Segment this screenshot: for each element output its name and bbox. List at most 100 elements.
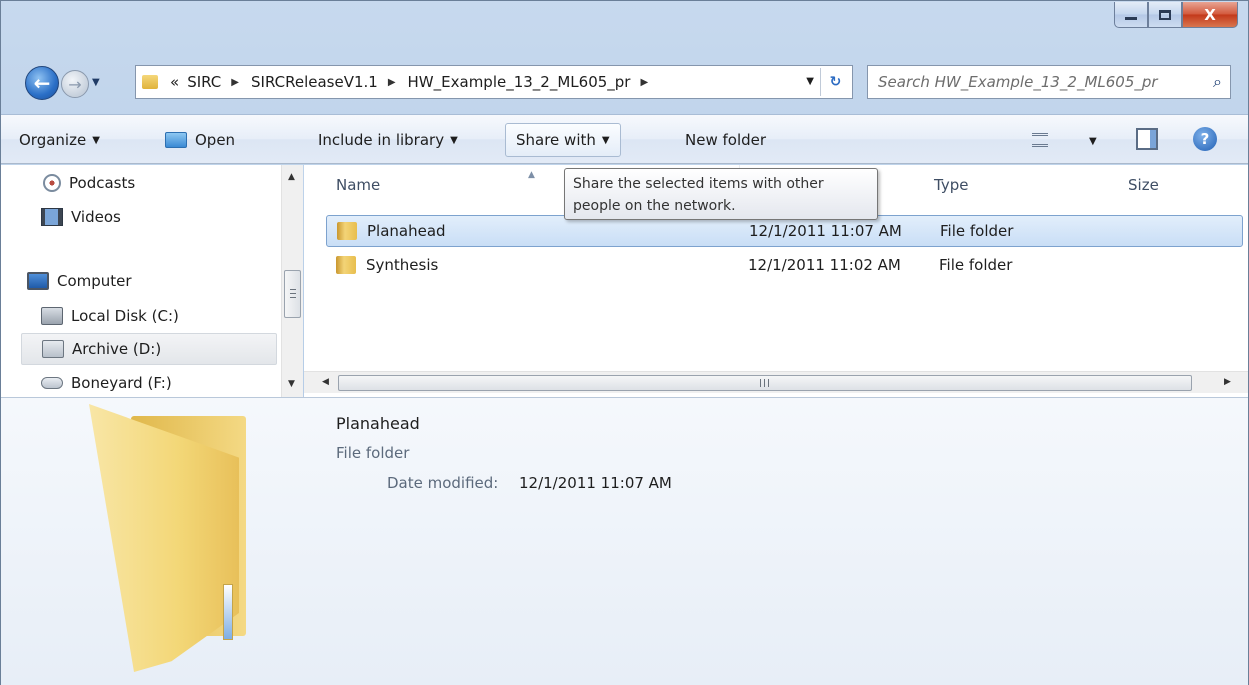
drive-icon — [42, 340, 64, 358]
open-button[interactable]: Open — [165, 123, 235, 157]
details-pane: Planahead File folder Date modified: 12/… — [1, 397, 1248, 685]
nav-item-videos[interactable]: Videos — [21, 201, 277, 233]
share-with-tooltip: Share the selected items with other peop… — [564, 168, 878, 220]
nav-item-label: Podcasts — [69, 174, 136, 192]
details-date-value: 12/1/2011 11:07 AM — [519, 474, 672, 492]
open-label: Open — [195, 131, 236, 149]
search-box[interactable]: Search HW_Example_13_2_ML605_pr ⌕ — [867, 65, 1231, 99]
chevron-down-icon: ▼ — [450, 134, 458, 146]
breadcrumb-separator-icon[interactable]: ▶ — [640, 77, 648, 88]
navigation-row: ← → ▼ « SIRC ▶ SIRCReleaseV1.1 ▶ HW_Exam… — [1, 61, 1248, 105]
breadcrumb-sirc[interactable]: SIRC — [187, 73, 221, 91]
maximize-icon — [1159, 9, 1171, 20]
breadcrumb-sircreleasev1-1[interactable]: SIRCReleaseV1.1 — [251, 73, 378, 91]
file-type: File folder — [939, 256, 1013, 274]
scrollbar-thumb[interactable] — [338, 375, 1192, 391]
drive-icon — [41, 377, 63, 389]
breadcrumb-separator-icon[interactable]: ▶ — [231, 77, 239, 88]
details-type: File folder — [336, 444, 410, 462]
help-icon[interactable]: ? — [1193, 127, 1217, 151]
recent-pages-dropdown[interactable]: ▼ — [92, 77, 100, 88]
open-folder-icon — [165, 132, 187, 148]
nav-item-label: Videos — [71, 208, 121, 226]
forward-button[interactable]: → — [61, 70, 89, 98]
include-in-library-label: Include in library — [318, 131, 445, 149]
folder-icon — [71, 404, 256, 672]
refresh-button[interactable]: ↻ — [820, 68, 850, 96]
nav-item-label: Boneyard (F:) — [71, 374, 172, 392]
search-icon[interactable]: ⌕ — [1213, 72, 1222, 92]
grip-icon — [290, 289, 296, 298]
nav-item-label: Archive (D:) — [72, 340, 162, 358]
address-bar[interactable]: « SIRC ▶ SIRCReleaseV1.1 ▶ HW_Example_13… — [135, 65, 853, 99]
forward-arrow-icon: → — [68, 74, 82, 94]
details-name: Planahead — [336, 414, 420, 433]
nav-item-label: Computer — [57, 272, 132, 290]
nav-item-archive[interactable]: Archive (D:) — [21, 333, 277, 365]
column-header-label: Name — [336, 176, 381, 194]
caption-buttons: X — [1114, 2, 1238, 28]
close-icon: X — [1204, 5, 1216, 24]
file-type: File folder — [940, 222, 1014, 240]
column-header-size[interactable]: Size — [1120, 165, 1246, 205]
scrollbar-thumb[interactable] — [284, 270, 301, 318]
include-in-library-button[interactable]: Include in library ▼ — [318, 123, 458, 157]
chevron-down-icon: ▼ — [601, 134, 610, 146]
folder-icon — [142, 75, 158, 89]
hard-disk-icon — [41, 307, 63, 325]
scroll-right-icon[interactable]: ▶ — [1224, 377, 1231, 387]
sort-ascending-icon: ▲ — [528, 170, 535, 180]
address-dropdown-icon[interactable]: ▼ — [806, 76, 814, 87]
scroll-left-icon[interactable]: ◀ — [322, 377, 329, 387]
column-header-type[interactable]: Type — [926, 165, 1120, 205]
back-arrow-icon: ← — [33, 71, 51, 95]
file-date: 12/1/2011 11:02 AM — [748, 256, 901, 274]
share-with-label: Share with — [516, 131, 596, 149]
command-bar: Organize ▼ Open Include in library ▼ Share… — [1, 114, 1248, 164]
file-date: 12/1/2011 11:07 AM — [749, 222, 902, 240]
new-folder-label: New folder — [685, 131, 767, 149]
file-list-scrollbar[interactable]: ◀ ▶ — [304, 371, 1248, 393]
minimize-icon — [1125, 17, 1137, 20]
nav-item-label: Local Disk (C:) — [71, 307, 179, 325]
explorer-window: X ← → ▼ « SIRC ▶ SIRCReleaseV1.1 ▶ HW_Ex… — [0, 0, 1249, 685]
navigation-scrollbar[interactable]: ▲ ▼ — [281, 165, 303, 397]
navigation-pane: Podcasts Videos Computer Local Disk (C:)… — [1, 165, 303, 397]
scroll-down-icon[interactable]: ▼ — [288, 379, 295, 389]
share-with-button[interactable]: Share with ▼ — [505, 123, 621, 157]
maximize-button[interactable] — [1148, 2, 1182, 28]
breadcrumb-hw-example[interactable]: HW_Example_13_2_ML605_pr — [408, 73, 631, 91]
folder-icon — [336, 256, 356, 274]
search-input[interactable]: Search HW_Example_13_2_ML605_pr — [878, 73, 1158, 91]
chevron-down-icon: ▼ — [92, 134, 100, 146]
podcast-icon — [43, 174, 61, 192]
preview-pane-icon[interactable] — [1136, 128, 1158, 150]
refresh-icon: ↻ — [829, 74, 842, 90]
column-header-label: Type — [934, 176, 969, 194]
minimize-button[interactable] — [1114, 2, 1148, 28]
organize-button[interactable]: Organize ▼ — [19, 123, 100, 157]
file-name: Synthesis — [366, 256, 439, 274]
back-button[interactable]: ← — [25, 66, 59, 100]
title-bar: X — [1, 1, 1248, 55]
nav-item-local-disk[interactable]: Local Disk (C:) — [21, 300, 277, 332]
column-header-label: Size — [1128, 176, 1159, 194]
folder-icon — [337, 222, 357, 240]
video-icon — [41, 208, 63, 226]
more-options-chevron-icon[interactable]: ▼ — [1089, 136, 1097, 147]
close-button[interactable]: X — [1182, 2, 1238, 28]
nav-item-computer[interactable]: Computer — [21, 265, 277, 297]
new-folder-button[interactable]: New folder — [685, 123, 766, 157]
grip-icon — [760, 379, 769, 387]
organize-label: Organize — [19, 131, 87, 149]
nav-item-boneyard[interactable]: Boneyard (F:) — [21, 367, 277, 399]
nav-item-podcasts[interactable]: Podcasts — [21, 167, 277, 199]
details-date-label: Date modified: — [387, 474, 499, 492]
address-overflow[interactable]: « — [170, 73, 179, 91]
file-row[interactable]: Synthesis 12/1/2011 11:02 AM File folder — [326, 249, 1243, 281]
file-name: Planahead — [367, 222, 446, 240]
breadcrumb-separator-icon[interactable]: ▶ — [388, 77, 396, 88]
computer-icon — [27, 272, 49, 290]
change-view-icon[interactable] — [1032, 133, 1048, 147]
scroll-up-icon[interactable]: ▲ — [288, 172, 295, 182]
